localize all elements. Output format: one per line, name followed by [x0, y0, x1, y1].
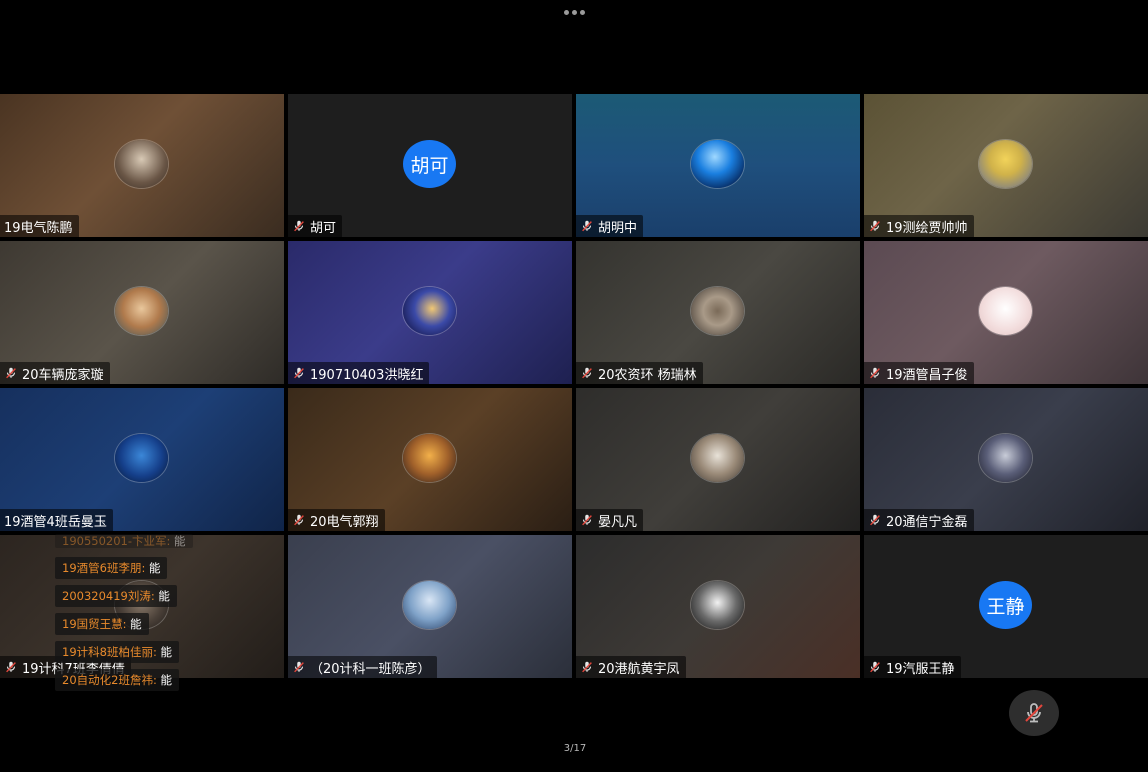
avatar	[403, 287, 456, 335]
participant-tile[interactable]: 20电气郭翔	[288, 388, 572, 531]
participant-tile[interactable]: 晏凡凡	[576, 388, 860, 531]
participant-tile[interactable]: 19酒管4班岳曼玉	[0, 388, 284, 531]
participant-name: 20通信宁金磊	[886, 514, 968, 530]
more-options-icon[interactable]	[562, 8, 586, 16]
chat-sender: 200320419刘涛	[62, 589, 151, 603]
participant-name: 19汽服王静	[886, 661, 955, 677]
microphone-muted-icon	[868, 660, 882, 674]
microphone-toggle-button[interactable]	[1009, 690, 1059, 736]
avatar	[979, 140, 1032, 188]
chat-sender: 20自动化2班詹祎	[62, 673, 153, 687]
chat-text: 能	[156, 645, 172, 659]
chat-message: 19国贸王慧: 能	[55, 613, 149, 635]
participant-tile[interactable]: 王静 19汽服王静	[864, 535, 1148, 678]
page-indicator: 3/17	[563, 743, 587, 754]
participant-name: 19测绘贾帅帅	[886, 220, 968, 236]
participant-label: 20港航黄宇凤	[576, 656, 686, 678]
participant-tile[interactable]: 19电气陈鹏	[0, 94, 284, 237]
microphone-muted-icon	[4, 660, 18, 674]
chat-sender: 19酒管6班李朋	[62, 561, 142, 575]
participant-name: 190710403洪晓红	[310, 367, 424, 383]
participant-label: 胡可	[288, 215, 343, 237]
participant-tile[interactable]: （20计科一班陈彦）	[288, 535, 572, 678]
participant-tile[interactable]: 20农资环 杨瑞林	[576, 241, 860, 384]
chat-text: 能	[154, 589, 170, 603]
participant-name: 20电气郭翔	[310, 514, 379, 530]
participant-label: 19汽服王静	[864, 656, 961, 678]
participant-label: 20电气郭翔	[288, 509, 385, 531]
participant-name: 胡可	[310, 220, 337, 236]
avatar	[403, 581, 456, 629]
chat-message: 19酒管6班李朋: 能	[55, 557, 168, 579]
avatar	[691, 140, 744, 188]
avatar	[115, 434, 168, 482]
participant-tile[interactable]: 20车辆庞家璇	[0, 241, 284, 384]
participant-name: 19酒管昌子俊	[886, 367, 968, 383]
participant-label: 19酒管昌子俊	[864, 362, 974, 384]
chat-message: 20自动化2班詹祎: 能	[55, 669, 179, 691]
avatar: 胡可	[403, 140, 456, 188]
participant-tile[interactable]: 19酒管昌子俊	[864, 241, 1148, 384]
microphone-muted-icon	[4, 366, 18, 380]
avatar	[691, 434, 744, 482]
microphone-muted-icon	[580, 660, 594, 674]
participant-label: 20车辆庞家璇	[0, 362, 110, 384]
microphone-muted-icon	[580, 366, 594, 380]
participant-name: （20计科一班陈彦）	[310, 661, 431, 677]
participant-name: 20车辆庞家璇	[22, 367, 104, 383]
participant-label: 19酒管4班岳曼玉	[0, 509, 113, 531]
chat-sender: 190550201-卞业军	[62, 534, 167, 548]
participant-name: 20农资环 杨瑞林	[598, 367, 697, 383]
participant-tile[interactable]: 20通信宁金磊	[864, 388, 1148, 531]
microphone-muted-icon	[580, 513, 594, 527]
chat-sender: 19国贸王慧	[62, 617, 123, 631]
microphone-muted-icon	[292, 660, 306, 674]
avatar	[979, 434, 1032, 482]
participant-name: 胡明中	[598, 220, 638, 236]
chat-text: 能	[170, 534, 186, 548]
participant-label: 190710403洪晓红	[288, 362, 430, 384]
avatar	[403, 434, 456, 482]
participant-label: 20通信宁金磊	[864, 509, 974, 531]
participant-label: 晏凡凡	[576, 509, 644, 531]
participant-label: 19电气陈鹏	[0, 215, 79, 237]
microphone-muted-icon	[292, 513, 306, 527]
participant-tile[interactable]: 19测绘贾帅帅	[864, 94, 1148, 237]
chat-message: 19计科8班柏佳丽: 能	[55, 641, 179, 663]
participant-label: 20农资环 杨瑞林	[576, 362, 703, 384]
participant-tile[interactable]: 20港航黄宇凤	[576, 535, 860, 678]
chat-text: 能	[156, 673, 172, 687]
microphone-muted-icon	[292, 219, 306, 233]
microphone-muted-icon	[292, 366, 306, 380]
participant-name: 19电气陈鹏	[4, 220, 73, 236]
avatar: 王静	[979, 581, 1032, 629]
chat-sender: 19计科8班柏佳丽	[62, 645, 153, 659]
avatar	[691, 287, 744, 335]
participant-name: 20港航黄宇凤	[598, 661, 680, 677]
participant-label: 19测绘贾帅帅	[864, 215, 974, 237]
chat-text: 能	[126, 617, 142, 631]
microphone-muted-icon	[868, 366, 882, 380]
chat-text: 能	[145, 561, 161, 575]
participant-tile[interactable]: 胡可 胡可	[288, 94, 572, 237]
avatar	[115, 140, 168, 188]
avatar	[979, 287, 1032, 335]
participant-name: 晏凡凡	[598, 514, 638, 530]
chat-message: 200320419刘涛: 能	[55, 585, 177, 607]
microphone-muted-icon	[580, 219, 594, 233]
participant-tile[interactable]: 190710403洪晓红	[288, 241, 572, 384]
avatar	[115, 287, 168, 335]
avatar	[691, 581, 744, 629]
participant-name: 19酒管4班岳曼玉	[4, 514, 107, 530]
microphone-muted-icon	[1025, 703, 1043, 723]
microphone-muted-icon	[868, 513, 882, 527]
participant-label: （20计科一班陈彦）	[288, 656, 437, 678]
chat-message: 190550201-卞业军: 能	[55, 534, 193, 548]
participant-label: 胡明中	[576, 215, 644, 237]
participant-tile[interactable]: 胡明中	[576, 94, 860, 237]
microphone-muted-icon	[868, 219, 882, 233]
